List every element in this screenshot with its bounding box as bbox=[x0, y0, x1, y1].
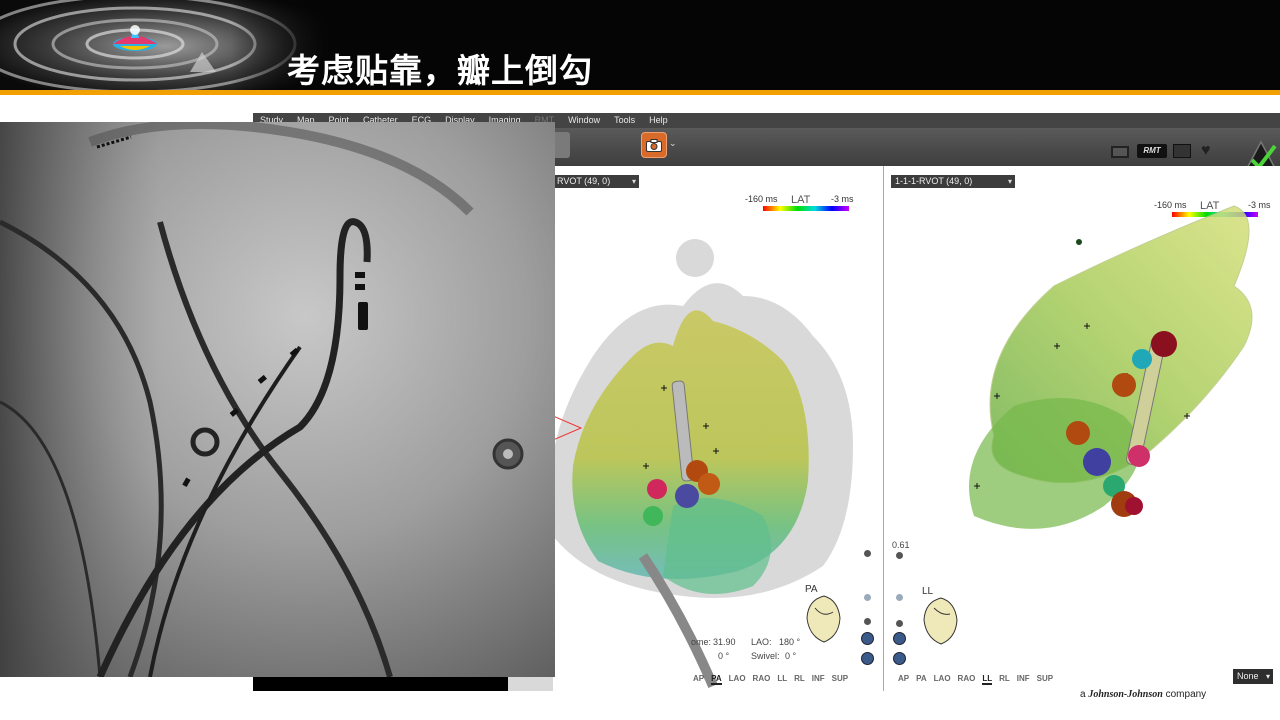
heart-orientation-icon-right bbox=[923, 597, 958, 645]
map-view-right[interactable]: 1-1-1-RVOT (49, 0) ▾ -160 ms -3 ms LAT 0… bbox=[884, 166, 1280, 691]
slide: 考虑贴靠，瓣上倒勾 Study Map Point Catheter ECG D… bbox=[0, 0, 1280, 720]
orient-lao-left[interactable]: LAO bbox=[729, 674, 746, 685]
orient-ap-left[interactable]: AP bbox=[693, 674, 704, 685]
water-drop-logo bbox=[0, 0, 330, 92]
lao-label: LAO: bbox=[751, 637, 772, 647]
heart-icon[interactable]: ♥ bbox=[1201, 142, 1221, 160]
video-icon[interactable] bbox=[1173, 144, 1191, 158]
orient-sup-right[interactable]: SUP bbox=[1037, 674, 1053, 685]
lao-value: 180 ° bbox=[779, 637, 801, 647]
reference-sphere bbox=[676, 239, 714, 277]
slider-handle[interactable] bbox=[896, 594, 903, 601]
monitor-icon[interactable] bbox=[1111, 146, 1129, 158]
slider-bottom-handle[interactable] bbox=[896, 620, 903, 627]
camera-dropdown-chevron-icon[interactable]: ⌄ bbox=[669, 138, 677, 149]
view-controls-left bbox=[861, 546, 875, 676]
orient-pa-right[interactable]: PA bbox=[916, 674, 927, 685]
slider-value: 0.61 bbox=[892, 540, 910, 550]
other-angle-value: 0 ° bbox=[718, 651, 730, 661]
rotate-down-button[interactable] bbox=[861, 632, 874, 645]
orient-inf-right[interactable]: INF bbox=[1017, 674, 1030, 685]
slider-bottom-handle[interactable] bbox=[864, 618, 871, 625]
orient-pa-left[interactable]: PA bbox=[711, 674, 722, 685]
johnson-johnson-logo: Johnson-Johnson bbox=[1088, 689, 1163, 700]
orientation-bar-left: AP PA LAO RAO LL RL INF SUP bbox=[693, 674, 848, 685]
orient-rl-left[interactable]: RL bbox=[794, 674, 805, 685]
map-view-left[interactable]: RVOT (49, 0) ▾ -160 ms -3 ms LAT PA ome:… bbox=[553, 166, 883, 691]
orient-inf-left[interactable]: INF bbox=[812, 674, 825, 685]
orient-ap-right[interactable]: AP bbox=[898, 674, 909, 685]
chevron-down-icon: ▾ bbox=[1265, 672, 1270, 681]
orientation-bar-right: AP PA LAO RAO LL RL INF SUP bbox=[898, 674, 1053, 685]
orient-rao-right[interactable]: RAO bbox=[958, 674, 976, 685]
reset-view-button[interactable] bbox=[861, 652, 874, 665]
orient-rao-left[interactable]: RAO bbox=[753, 674, 771, 685]
slide-title: 考虑贴靠，瓣上倒勾 bbox=[287, 51, 593, 90]
image-bottom-bar bbox=[253, 677, 508, 691]
slider-top-handle[interactable] bbox=[896, 552, 903, 559]
display-select[interactable]: None ▾ bbox=[1233, 669, 1273, 684]
footer-brand: a Johnson-Johnson company bbox=[1080, 689, 1206, 700]
swivel-label: Swivel: bbox=[751, 651, 780, 661]
rotate-down-button[interactable] bbox=[893, 632, 906, 645]
menu-tools[interactable]: Tools bbox=[607, 113, 642, 128]
fluoroscopy-image bbox=[0, 122, 555, 677]
slide-header: 考虑贴靠，瓣上倒勾 bbox=[0, 0, 1280, 92]
reset-view-button[interactable] bbox=[893, 652, 906, 665]
view-controls-right bbox=[893, 550, 907, 680]
slider-top-handle[interactable] bbox=[864, 550, 871, 557]
display-select-value: None bbox=[1237, 671, 1259, 681]
zoom-label: ome: bbox=[691, 637, 712, 647]
zoom-value: 31.90 bbox=[713, 637, 736, 647]
orient-rl-right[interactable]: RL bbox=[999, 674, 1010, 685]
camera-icon bbox=[646, 138, 662, 152]
orient-lao-right[interactable]: LAO bbox=[934, 674, 951, 685]
rmt-button[interactable]: RMT bbox=[1137, 144, 1167, 158]
heart-orientation-icon-left bbox=[806, 595, 841, 643]
slider-handle[interactable] bbox=[864, 594, 871, 601]
camera-button[interactable] bbox=[641, 132, 667, 158]
menu-window[interactable]: Window bbox=[561, 113, 607, 128]
menu-help[interactable]: Help bbox=[642, 113, 675, 128]
orient-ll-left[interactable]: LL bbox=[777, 674, 787, 685]
swivel-value: 0 ° bbox=[785, 651, 797, 661]
orient-sup-left[interactable]: SUP bbox=[832, 674, 848, 685]
orient-ll-right[interactable]: LL bbox=[982, 674, 993, 685]
footer-suffix: company bbox=[1165, 689, 1207, 700]
header-accent-stripe bbox=[0, 90, 1280, 95]
footer-prefix: a bbox=[1080, 689, 1086, 700]
